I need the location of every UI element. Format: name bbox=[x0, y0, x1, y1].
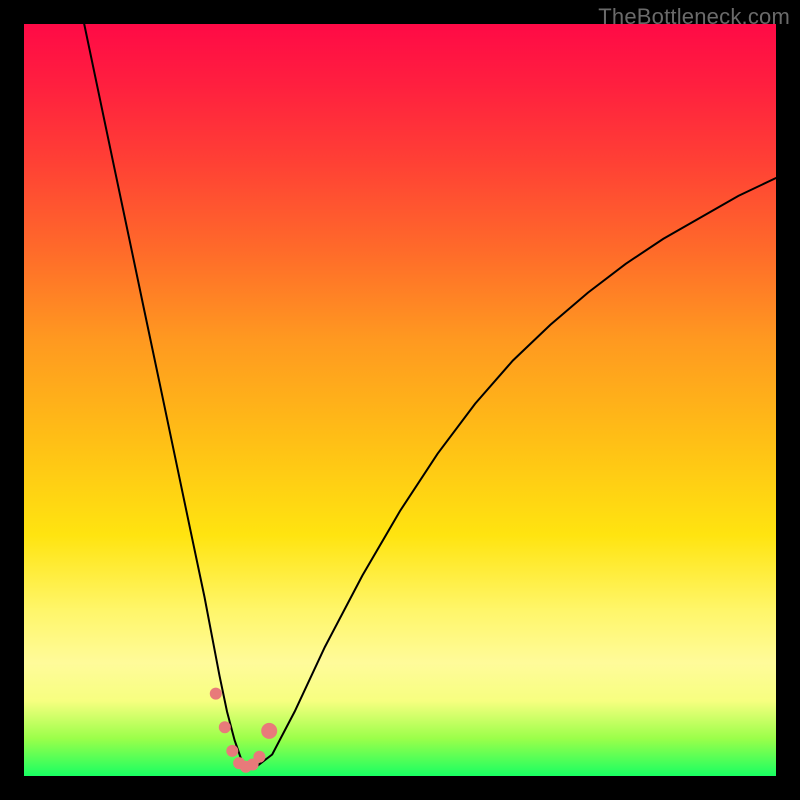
curve-markers bbox=[210, 688, 277, 773]
curve-marker bbox=[261, 723, 277, 739]
curve-marker bbox=[253, 751, 265, 763]
curve-marker bbox=[226, 745, 238, 757]
curve-marker bbox=[219, 721, 231, 733]
chart-plot-area bbox=[24, 24, 776, 776]
bottleneck-curve bbox=[84, 24, 776, 767]
curve-marker bbox=[210, 688, 222, 700]
watermark-text: TheBottleneck.com bbox=[598, 4, 790, 30]
chart-svg bbox=[24, 24, 776, 776]
